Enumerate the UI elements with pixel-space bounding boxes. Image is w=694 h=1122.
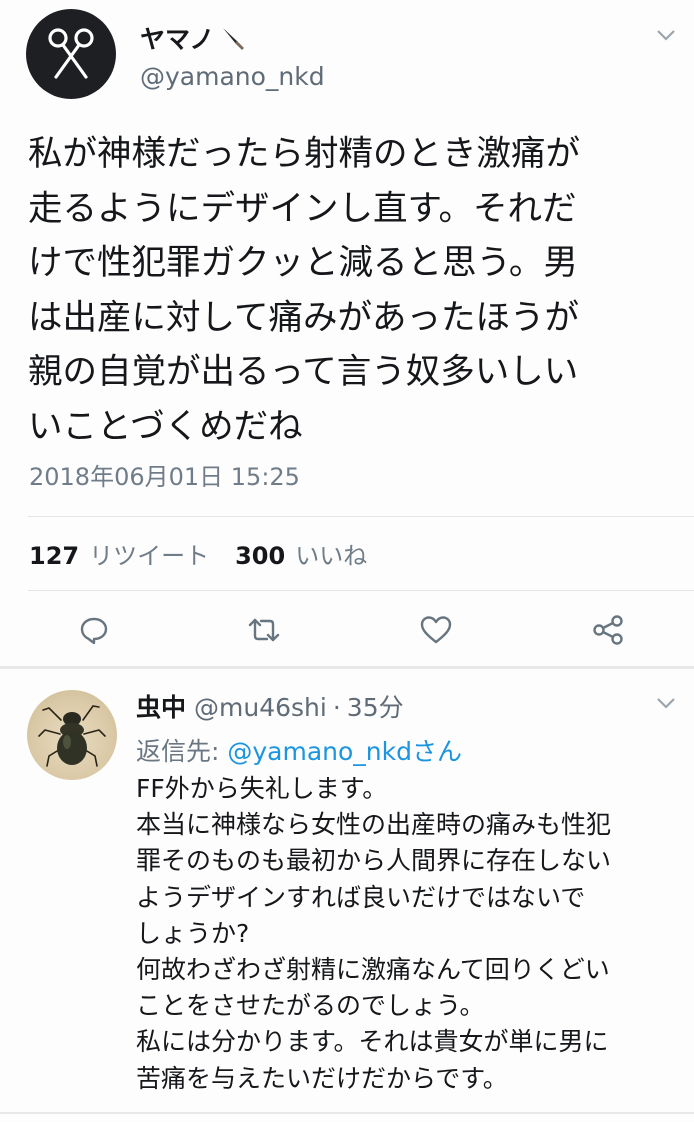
tweet-timestamp: 2018年06月01日 15:25 [29, 463, 300, 491]
reply-text-line: 罪そのものも最初から人間界に存在しない [136, 846, 612, 876]
chevron-down-icon[interactable] [655, 28, 677, 42]
tweet-text-line: けで性犯罪ガクッと減ると思う。男 [28, 243, 578, 284]
reply-text-line: しょうか? [136, 918, 250, 948]
tweet-stats: 127 リツイート 300 いいね [29, 536, 367, 571]
share-icon [593, 615, 623, 645]
reply-to-prefix: 返信先: [136, 737, 228, 766]
reply-text-line: 何故わざわざ射精に激痛なんて回りくどい [136, 955, 610, 985]
reply-header: 虫中 @mu46shi · 35分 [136, 688, 404, 724]
author-handle[interactable]: @yamano_nkd [140, 62, 325, 91]
section-divider [0, 666, 694, 669]
share-button[interactable] [588, 610, 628, 650]
author-name[interactable]: ヤマノ [140, 20, 246, 56]
retweet-label[interactable]: リツイート [89, 536, 209, 571]
reply-text-line: 苦痛を与えたいだけだからです。 [136, 1063, 508, 1093]
reply-to-line: 返信先: @yamano_nkdさん [136, 732, 462, 768]
reply-to-handle-link[interactable]: @yamano_nkdさん [227, 737, 462, 766]
chevron-down-icon[interactable] [655, 696, 677, 710]
like-label[interactable]: いいね [295, 536, 367, 571]
reply-author-avatar[interactable] [27, 690, 117, 780]
reply-icon [80, 617, 108, 645]
reply-time[interactable]: 35分 [347, 688, 404, 724]
reply-author-name[interactable]: 虫中 [136, 688, 186, 724]
like-count[interactable]: 300 [235, 542, 285, 570]
tweet-text-line: は出産に対して痛みがあったほうが [28, 297, 579, 338]
author-avatar[interactable] [26, 9, 116, 99]
like-button[interactable] [416, 610, 456, 650]
reply-text-line: 本当に神様なら女性の出産時の痛みも性犯 [136, 810, 612, 840]
tweet-text-line: 私が神様だったら射精のとき激痛が [28, 134, 580, 174]
divider [0, 1112, 694, 1114]
retweet-count[interactable]: 127 [29, 542, 79, 570]
divider [28, 590, 694, 591]
tweet-text-line: いことづくめだね [28, 406, 303, 447]
knife-emoji-icon [223, 28, 245, 50]
divider [28, 516, 694, 517]
meta-separator: · [332, 693, 341, 722]
reply-text-line: ようデザインすれば良いだけではないで [136, 882, 586, 912]
retweet-icon [248, 618, 280, 642]
tweet-text-line: 走るようにデザインし直す。それだ [28, 188, 577, 229]
reply-text: FF外から失礼します。 本当に神様なら女性の出産時の痛みも性犯 罪そのものも最初… [136, 771, 686, 1097]
tweet-text-line: 親の自覚が出るって言う奴多いしい [28, 352, 579, 393]
scissors-icon [48, 28, 94, 79]
reply-author-handle[interactable]: @mu46shi [194, 693, 327, 722]
heart-icon [420, 616, 452, 644]
tweet-text: 私が神様だったら射精のとき激痛が 走るようにデザインし直す。それだ けで性犯罪ガ… [28, 127, 678, 455]
reply-text-line: FF外から失礼します。 [136, 774, 388, 803]
reply-button[interactable] [74, 610, 114, 650]
beetle-icon [38, 705, 106, 767]
retweet-button[interactable] [244, 610, 284, 650]
reply-text-line: 私には分かります。それは貴女が単に男に [136, 1027, 609, 1057]
author-display-name: ヤマノ [140, 25, 215, 54]
reply-text-line: ことをさせたがるのでしょう。 [136, 991, 485, 1021]
